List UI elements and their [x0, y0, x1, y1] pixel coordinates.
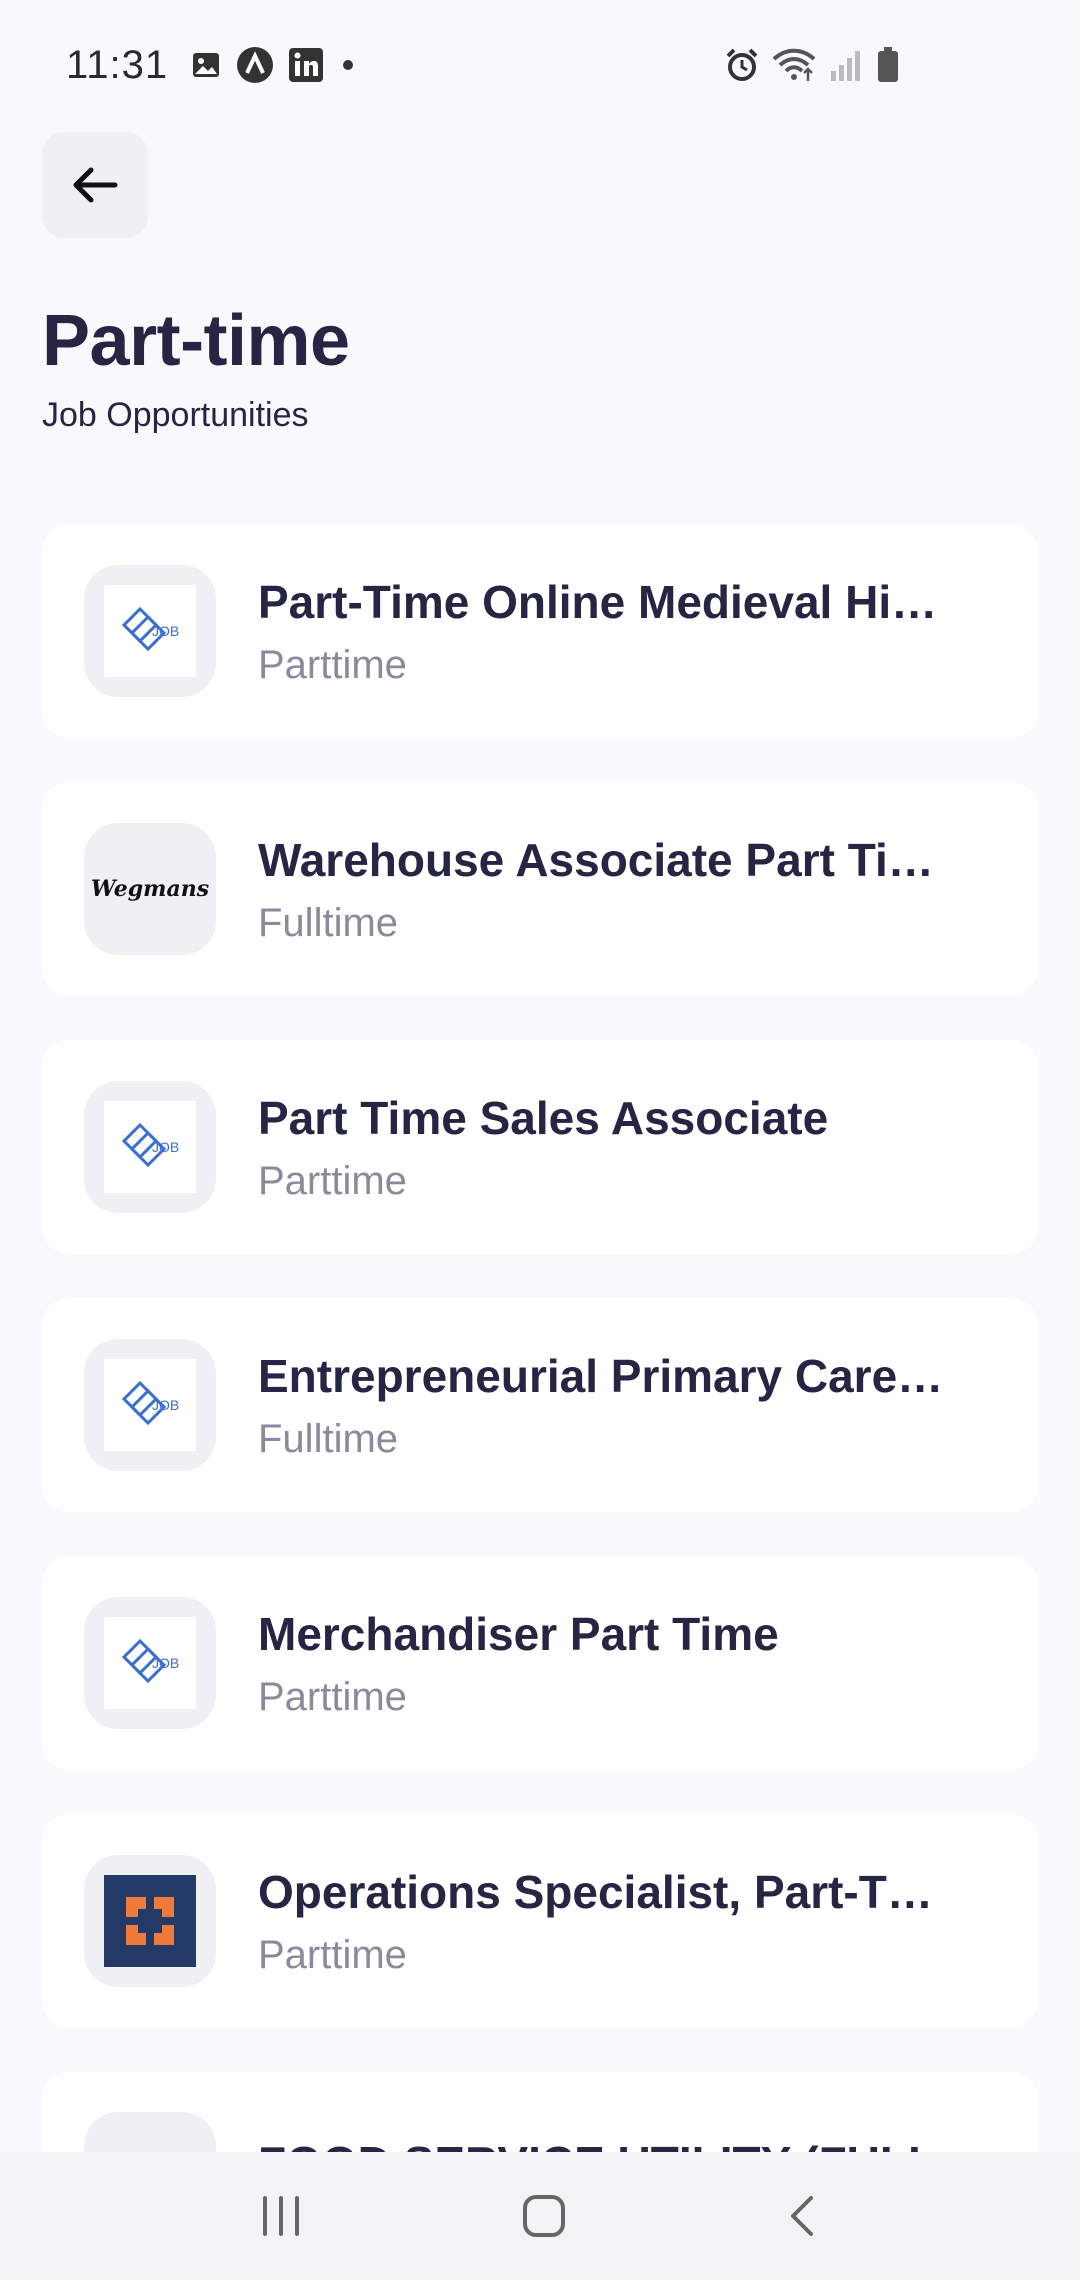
company-logo: JOB	[84, 565, 216, 697]
job-list: JOB Part-Time Online Medieval Hi… Partti…	[42, 524, 1038, 2280]
job-logo-icon: JOB	[121, 606, 179, 652]
company-logo: JOB	[84, 1081, 216, 1213]
status-left: 11:31	[66, 43, 358, 88]
back-icon[interactable]	[783, 2192, 823, 2240]
job-title: Merchandiser Part Time	[258, 1607, 779, 1660]
company-logo: JOB	[84, 1339, 216, 1471]
company-logo: Wegmans	[84, 823, 216, 955]
svg-text:JOB: JOB	[152, 1139, 179, 1155]
home-icon[interactable]	[520, 2192, 568, 2240]
page-subtitle: Job Opportunities	[42, 396, 309, 434]
job-logo-icon: JOB	[121, 1638, 179, 1684]
dot-icon	[343, 60, 354, 70]
wifi-icon	[772, 48, 816, 81]
image-icon	[193, 53, 220, 77]
arrow-left-icon	[73, 167, 118, 203]
job-title: Entrepreneurial Primary Care…	[258, 1349, 944, 1402]
job-title: Operations Specialist, Part-T…	[258, 1865, 933, 1918]
job-type: Parttime	[258, 1158, 407, 1203]
recent-apps-icon[interactable]	[257, 2194, 305, 2238]
job-card[interactable]: Operations Specialist, Part-T… Parttime	[42, 1814, 1038, 2028]
job-logo-icon: JOB	[121, 1380, 179, 1426]
status-time: 11:31	[66, 42, 169, 87]
job-logo-icon: JOB	[121, 1122, 179, 1168]
svg-text:JOB: JOB	[152, 623, 179, 639]
system-nav-bar	[0, 2152, 1080, 2280]
wegmans-logo: Wegmans	[90, 876, 210, 902]
back-button[interactable]	[42, 132, 148, 238]
job-card[interactable]: JOB Part-Time Online Medieval Hi… Partti…	[42, 524, 1038, 738]
square-brackets-icon	[126, 1897, 174, 1945]
job-type: Parttime	[258, 1674, 407, 1719]
job-title: Part-Time Online Medieval Hi…	[258, 575, 938, 628]
page-title: Part-time	[42, 301, 350, 381]
job-card[interactable]: JOB Part Time Sales Associate Parttime	[42, 1040, 1038, 1254]
job-title: Part Time Sales Associate	[258, 1091, 829, 1144]
company-square-logo	[104, 1875, 196, 1967]
company-logo: JOB	[84, 1597, 216, 1729]
job-type: Fulltime	[258, 900, 399, 945]
battery-icon	[878, 47, 898, 82]
job-card[interactable]: JOB Entrepreneurial Primary Care… Fullti…	[42, 1298, 1038, 1512]
job-title: Warehouse Associate Part Ti…	[258, 833, 934, 886]
svg-text:JOB: JOB	[152, 1655, 179, 1671]
linkedin-icon	[289, 48, 324, 82]
svg-text:JOB: JOB	[152, 1397, 179, 1413]
job-type: Parttime	[258, 642, 407, 687]
job-type: Fulltime	[258, 1416, 399, 1461]
job-card[interactable]: JOB Merchandiser Part Time Parttime	[42, 1556, 1038, 1770]
signal-icon	[831, 51, 860, 81]
alarm-icon	[726, 48, 758, 81]
a-circle-icon	[237, 47, 274, 83]
status-bar: 11:31	[0, 0, 1080, 130]
status-right	[724, 46, 900, 84]
company-logo	[84, 1855, 216, 1987]
job-type: Parttime	[258, 1932, 407, 1977]
job-card[interactable]: Wegmans Warehouse Associate Part Ti… Ful…	[42, 782, 1038, 996]
